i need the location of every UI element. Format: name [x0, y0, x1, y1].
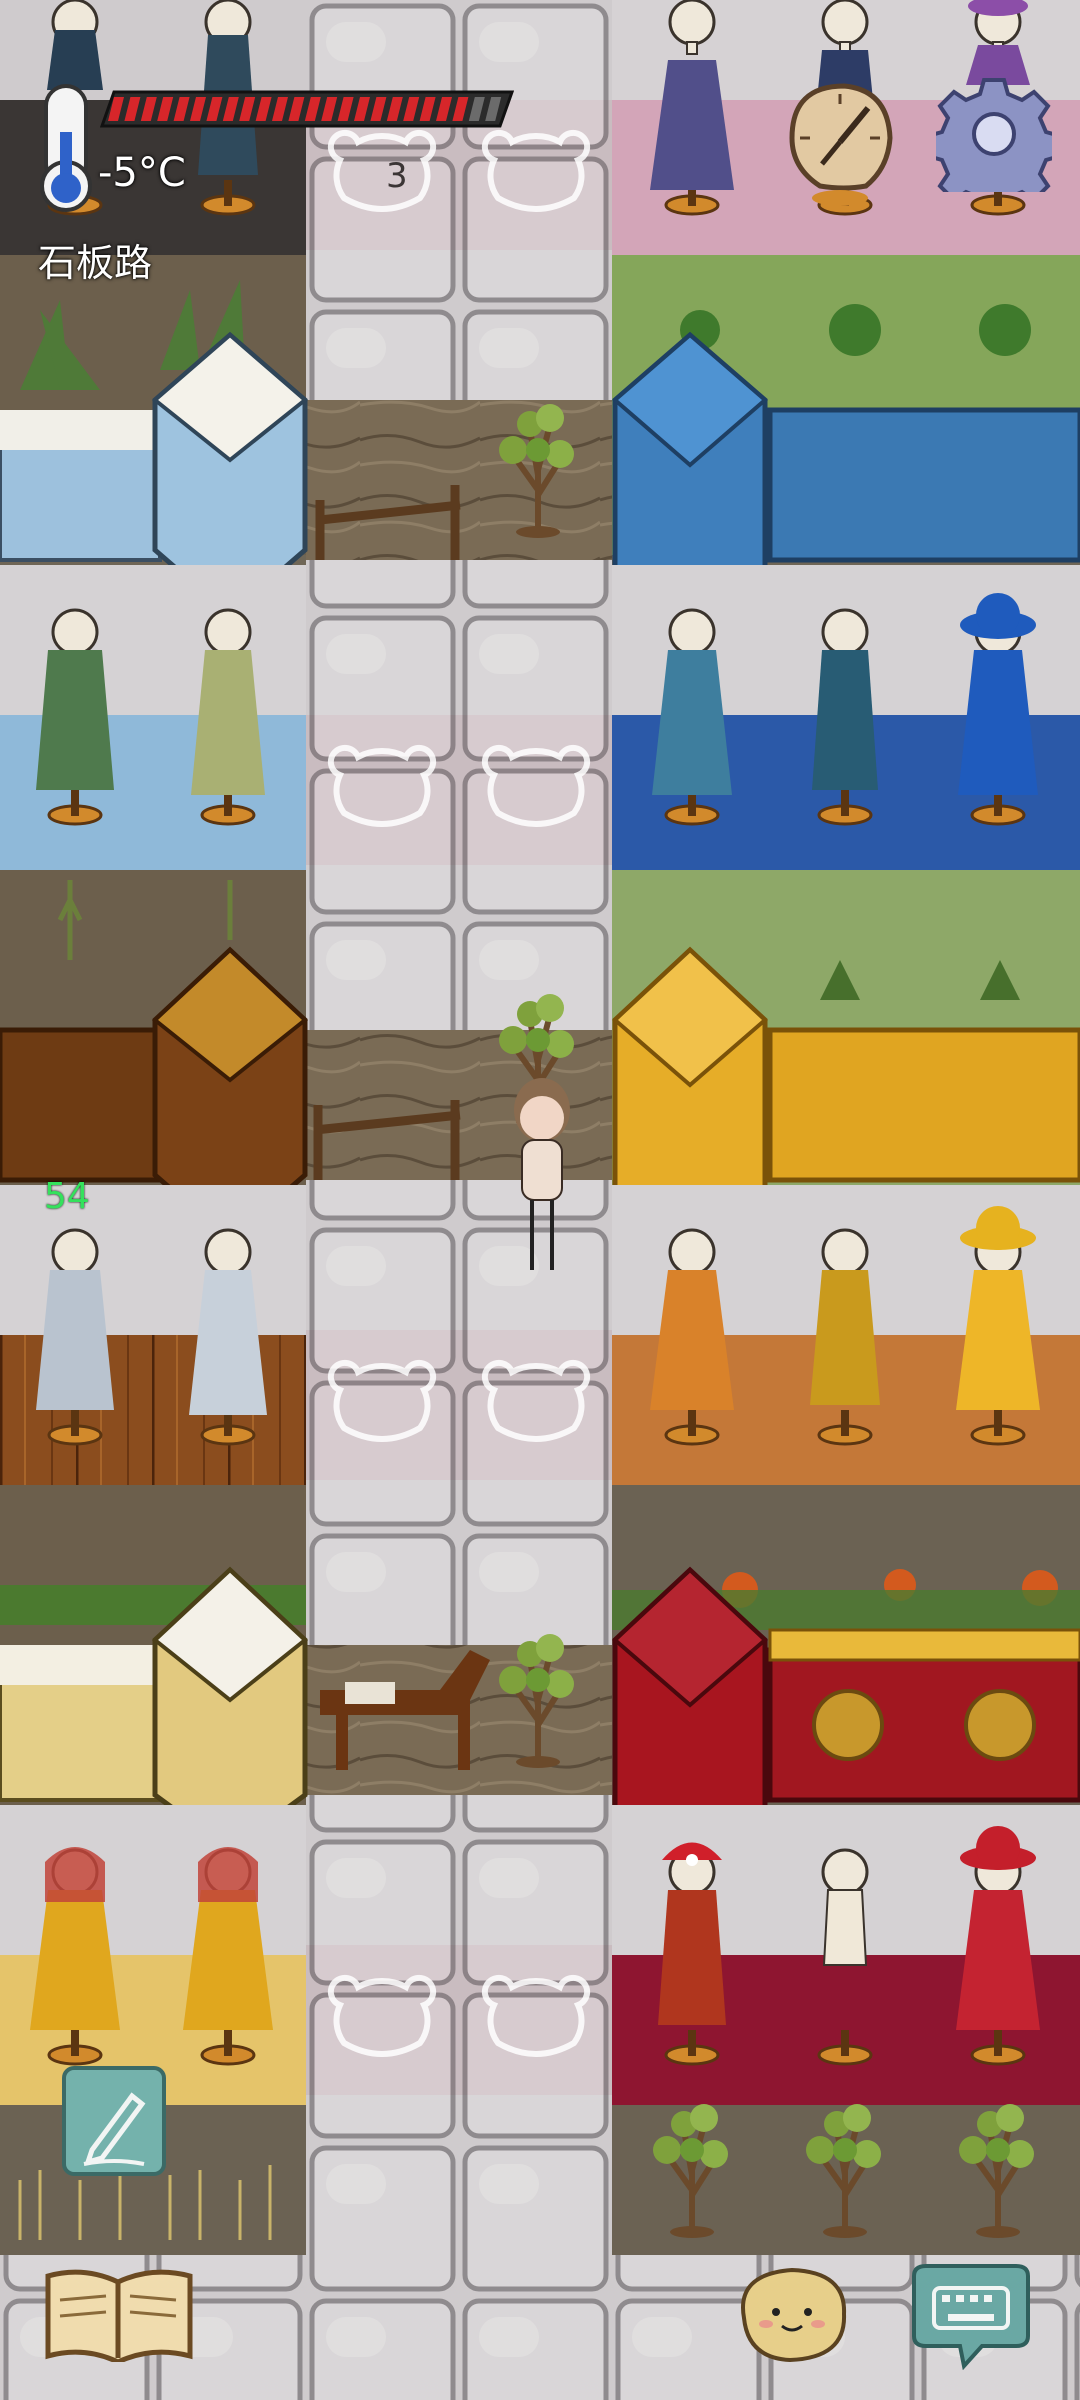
clock-icon[interactable]	[784, 78, 894, 208]
pencil-icon[interactable]	[62, 2066, 166, 2176]
location-label: 石板路	[38, 241, 153, 285]
book-icon[interactable]	[44, 2266, 194, 2362]
health-bar	[100, 90, 514, 128]
gear-icon[interactable]	[936, 76, 1052, 192]
thermometer-icon	[40, 84, 92, 212]
player-number-label: 54	[44, 1176, 90, 1217]
smiley-potato-icon[interactable]	[734, 2264, 852, 2364]
game-world	[0, 0, 1080, 2400]
keyboard-chat-icon[interactable]	[908, 2262, 1034, 2370]
game-screen: -5°C 石板路 3 54	[0, 0, 1080, 2400]
tile-counter: 3	[386, 156, 408, 196]
temperature-label: -5°C	[98, 150, 186, 196]
